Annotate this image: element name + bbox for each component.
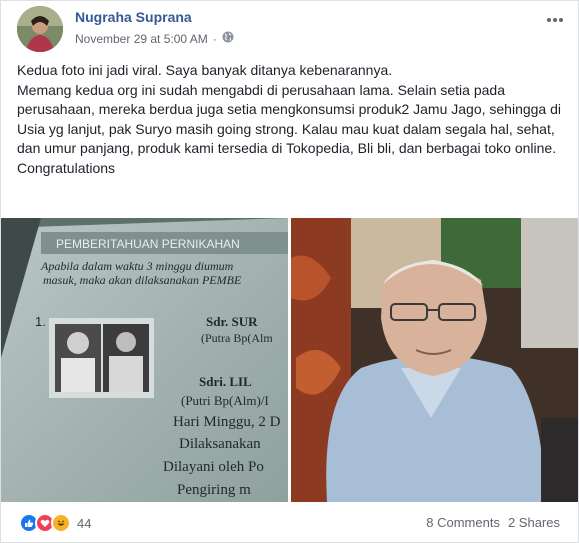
groom-parent: (Putra Bp(Alm	[201, 331, 273, 345]
announcement-line: Apabila dalam waktu 3 minggu diumum	[40, 259, 234, 273]
photo-grid: PEMBERITAHUAN PERNIKAHAN Apabila dalam w…	[1, 218, 578, 502]
wedding-day: Hari Minggu, 2 D	[173, 414, 281, 430]
post-timestamp[interactable]: November 29 at 5:00 AM	[75, 32, 208, 46]
comments-link[interactable]: 8 Comments	[426, 515, 500, 530]
meta-separator: ·	[212, 31, 217, 46]
post-body-line: Congratulations	[17, 159, 116, 176]
post-footer: 44 8 Comments 2 Shares	[1, 505, 578, 541]
announcement-header: PEMBERITAHUAN PERNIKAHAN	[56, 237, 240, 251]
post-stats: 8 Comments 2 Shares	[426, 515, 560, 530]
reaction-count: 44	[77, 515, 92, 531]
post-meta: November 29 at 5:00 AM ·	[75, 31, 234, 46]
bride-name: Sdri. LIL	[199, 374, 252, 389]
reaction-summary[interactable]: 44	[19, 513, 91, 533]
ellipsis-icon[interactable]	[546, 7, 564, 28]
avatar[interactable]	[17, 6, 63, 52]
shares-link[interactable]: 2 Shares	[508, 515, 560, 530]
author-name[interactable]: Nugraha Suprana	[75, 9, 192, 25]
post-card: Nugraha Suprana November 29 at 5:00 AM ·…	[0, 0, 579, 543]
wedding-held: Dilaksanakan	[179, 436, 261, 452]
bride-parent: (Putri Bp(Alm)/I	[181, 393, 269, 408]
post-body-line: Kedua foto ini jadi viral. Saya banyak d…	[17, 62, 393, 78]
photo-announcement[interactable]: PEMBERITAHUAN PERNIKAHAN Apabila dalam w…	[1, 218, 288, 502]
photo-elderly-man[interactable]	[291, 218, 578, 502]
announcement-photo: PEMBERITAHUAN PERNIKAHAN Apabila dalam w…	[1, 218, 288, 502]
wedding-served: Dilayani oleh Po	[163, 459, 264, 475]
globe-icon[interactable]	[222, 31, 234, 46]
announcement-number: 1.	[35, 314, 46, 329]
haha-icon	[51, 513, 71, 533]
avatar-image	[17, 6, 63, 52]
post-body: Kedua foto ini jadi viral. Saya banyak d…	[17, 61, 567, 178]
groom-name: Sdr. SUR	[206, 314, 258, 329]
elderly-man-photo	[291, 218, 578, 502]
wedding-escort: Pengiring m	[177, 482, 251, 498]
post-header: Nugraha Suprana November 29 at 5:00 AM ·	[1, 1, 578, 61]
post-body-line: Memang kedua org ini sudah mengabdi di p…	[17, 81, 562, 157]
announcement-line: masuk, maka akan dilaksanakan PEMBE	[43, 273, 242, 287]
